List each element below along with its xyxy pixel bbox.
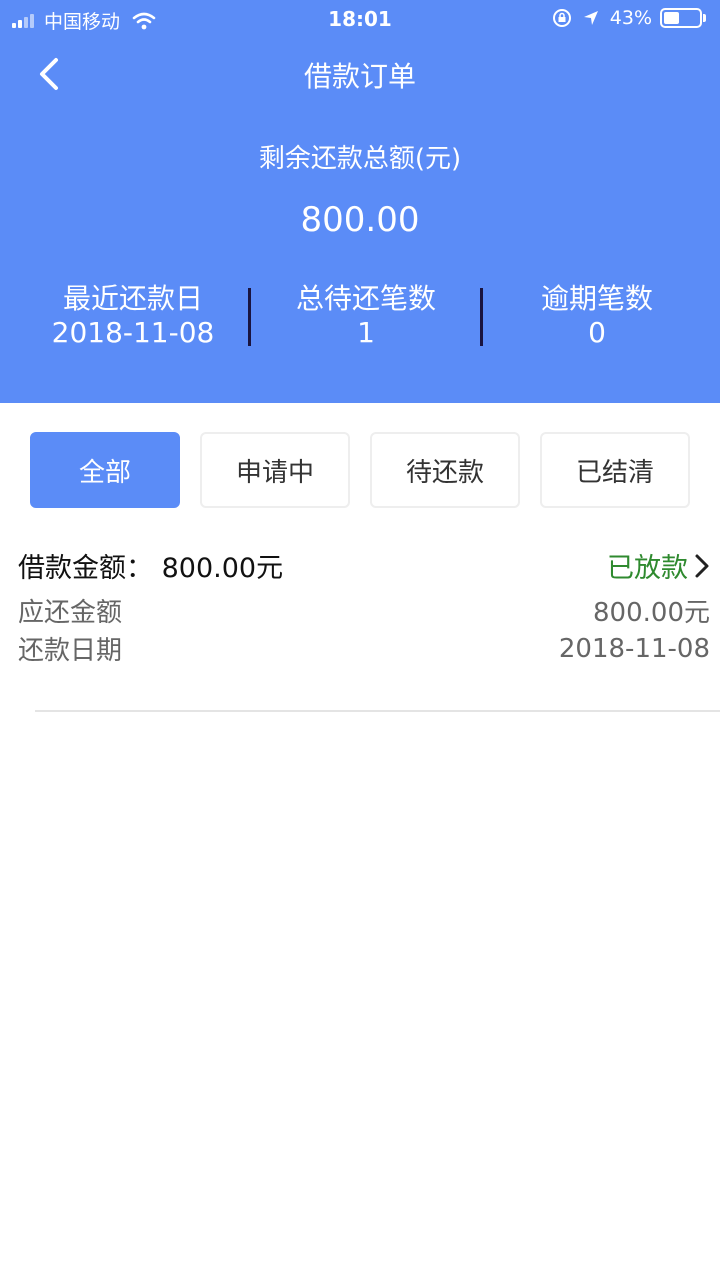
- stat-label: 逾期笔数: [540, 282, 653, 315]
- due-date-value: 2018-11-08: [558, 633, 710, 664]
- stat-label: 最近还款日: [62, 282, 203, 315]
- chevron-right-icon: [695, 554, 709, 577]
- due-amount-label: 应还金额: [18, 598, 123, 628]
- stat-value: 0: [588, 316, 606, 349]
- filter-tabs: 全部 申请中 待还款 已结清: [0, 432, 720, 508]
- order-due-amount-row: 应还金额 800.00元: [18, 592, 710, 629]
- battery-percent: 43%: [609, 7, 652, 29]
- status-bar-right: 43%: [552, 7, 706, 29]
- order-item[interactable]: 借款金额： 800.00元 已放款 应还金额 800.00元 还款日期 2018…: [0, 540, 720, 712]
- location-arrow-icon: [583, 11, 598, 25]
- tab-pending-repayment[interactable]: 待还款: [370, 432, 520, 508]
- loan-amount-label: 借款金额：: [18, 553, 153, 584]
- page-title: 借款订单: [303, 60, 416, 93]
- due-amount-value: 800.00元: [593, 598, 710, 628]
- stat-overdue-count: 逾期笔数 0: [482, 282, 712, 350]
- loan-amount-value: 800.00元: [161, 553, 284, 584]
- stat-next-due-date: 最近还款日 2018-11-08: [18, 282, 248, 350]
- remaining-total-label: 剩余还款总额(元): [258, 144, 462, 174]
- header-panel: 中国移动 18:01 43% 借款订单 剩余还款总额(元) 800.00 最近还…: [0, 0, 720, 403]
- due-date-label: 还款日期: [18, 636, 123, 666]
- loan-amount: 借款金额： 800.00元: [18, 546, 283, 585]
- stat-pending-count: 总待还笔数 1: [251, 282, 481, 350]
- remaining-total-value: 800.00: [300, 200, 420, 240]
- order-loan-row: 借款金额： 800.00元 已放款: [18, 546, 710, 585]
- stat-value: 1: [357, 316, 375, 349]
- divider: [35, 710, 720, 712]
- orientation-lock-icon: [552, 9, 571, 27]
- status-bar: 中国移动 18:01 43%: [0, 0, 720, 38]
- tab-applying[interactable]: 申请中: [200, 432, 350, 508]
- tab-all[interactable]: 全部: [30, 432, 180, 508]
- order-due-date-row: 还款日期 2018-11-08: [18, 630, 710, 667]
- order-status[interactable]: 已放款: [607, 546, 710, 585]
- status-badge: 已放款: [607, 553, 688, 584]
- tab-settled[interactable]: 已结清: [540, 432, 690, 508]
- stat-value: 2018-11-08: [51, 316, 215, 349]
- battery-nub: [703, 14, 706, 22]
- stat-label: 总待还笔数: [295, 282, 436, 315]
- battery-icon: [660, 8, 702, 28]
